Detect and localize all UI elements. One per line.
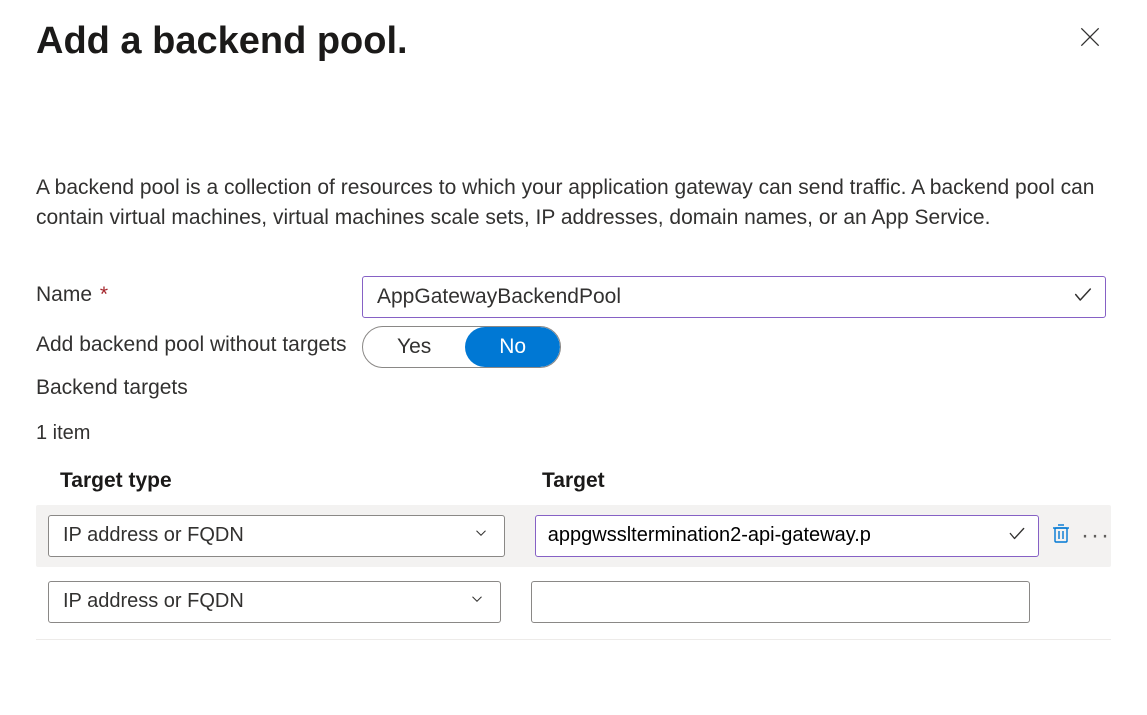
item-count: 1 item bbox=[36, 422, 1111, 445]
target-input[interactable] bbox=[531, 581, 1030, 623]
panel-title: Add a backend pool. bbox=[36, 20, 408, 63]
close-icon bbox=[1077, 24, 1103, 57]
toggle-yes[interactable]: Yes bbox=[363, 327, 465, 367]
checkmark-icon bbox=[1072, 283, 1094, 310]
target-type-select[interactable]: IP address or FQDN bbox=[48, 581, 501, 623]
chevron-down-icon bbox=[472, 524, 490, 548]
trash-icon bbox=[1049, 532, 1073, 549]
name-input[interactable] bbox=[362, 276, 1106, 318]
required-asterisk: * bbox=[94, 283, 108, 306]
row-divider bbox=[36, 639, 1111, 640]
backend-targets-heading: Backend targets bbox=[36, 376, 1111, 400]
no-targets-toggle[interactable]: Yes No bbox=[362, 326, 561, 368]
targets-table: Target type Target IP address or FQDN bbox=[36, 469, 1111, 640]
table-row: IP address or FQDN ··· bbox=[36, 505, 1111, 567]
select-value: IP address or FQDN bbox=[63, 524, 244, 547]
panel-description: A backend pool is a collection of resour… bbox=[36, 173, 1096, 234]
more-icon: ··· bbox=[1081, 522, 1111, 549]
target-input[interactable] bbox=[535, 515, 1039, 557]
no-targets-label: Add backend pool without targets bbox=[36, 326, 362, 359]
name-label: Name * bbox=[36, 276, 362, 309]
col-target: Target bbox=[536, 469, 1023, 493]
col-target-type: Target type bbox=[36, 469, 536, 493]
table-row: IP address or FQDN bbox=[36, 571, 1111, 633]
close-button[interactable] bbox=[1069, 20, 1111, 60]
delete-row-button[interactable] bbox=[1049, 521, 1073, 550]
row-more-button[interactable]: ··· bbox=[1081, 524, 1111, 548]
chevron-down-icon bbox=[468, 590, 486, 614]
checkmark-icon bbox=[1007, 523, 1027, 548]
target-type-select[interactable]: IP address or FQDN bbox=[48, 515, 505, 557]
select-value: IP address or FQDN bbox=[63, 590, 244, 613]
toggle-no[interactable]: No bbox=[465, 327, 560, 367]
